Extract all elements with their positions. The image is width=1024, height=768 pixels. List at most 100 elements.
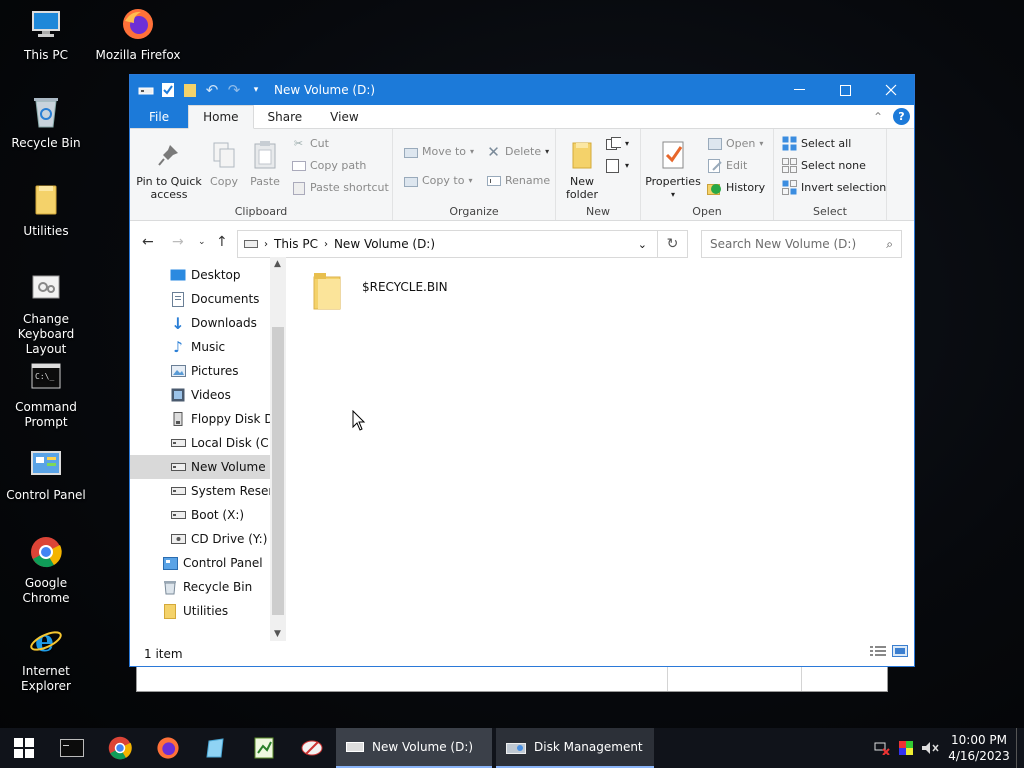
refresh-button[interactable]: ↻ <box>657 230 688 258</box>
start-button[interactable] <box>0 728 48 768</box>
redo-icon[interactable]: ↷ <box>226 81 242 99</box>
tree-item-downloads[interactable]: ↓ Downloads <box>130 311 270 335</box>
show-desktop-button[interactable] <box>1016 728 1024 768</box>
taskbar-command-prompt[interactable] <box>48 728 96 768</box>
history-button[interactable]: History <box>707 180 765 195</box>
network-error-icon[interactable] <box>870 741 894 755</box>
tree-item-floppy[interactable]: Floppy Disk Drive (A:) <box>130 407 270 431</box>
taskbar-app-green[interactable] <box>240 728 288 768</box>
new-folder-button[interactable]: New folder <box>560 139 604 201</box>
copy-path-icon <box>291 158 306 173</box>
up-button[interactable]: ↑ <box>216 234 228 250</box>
tree-item-desktop[interactable]: Desktop <box>130 263 270 287</box>
desktop-icon-command-prompt[interactable]: C:\_ Command Prompt <box>0 358 92 430</box>
color-settings-icon[interactable] <box>894 741 918 755</box>
paste-shortcut-button[interactable]: Paste shortcut <box>291 180 389 195</box>
move-to-button[interactable]: Move to ▾ <box>403 144 474 159</box>
collapse-ribbon-icon[interactable]: ⌃ <box>873 110 883 124</box>
tree-item-documents[interactable]: Documents <box>130 287 270 311</box>
taskbar-task-disk-management[interactable]: Disk Management <box>496 728 654 768</box>
cd-drive-icon <box>170 531 186 547</box>
file-list[interactable]: $RECYCLE.BIN <box>286 257 914 641</box>
open-button[interactable]: Open ▾ <box>707 136 763 151</box>
copy-button[interactable]: Copy <box>206 139 242 188</box>
taskbar-app-blue[interactable] <box>192 728 240 768</box>
search-input[interactable]: Search New Volume (D:) ⌕ <box>701 230 902 258</box>
breadcrumb-current[interactable]: New Volume (D:) <box>334 237 435 251</box>
file-item[interactable]: $RECYCLE.BIN <box>312 271 448 314</box>
tab-share[interactable]: Share <box>254 105 317 128</box>
delete-button[interactable]: ✕ Delete ▾ <box>486 143 549 161</box>
tree-item-cd-drive[interactable]: CD Drive (Y:) H <box>130 527 270 551</box>
tree-item-control-panel[interactable]: Control Panel <box>130 551 270 575</box>
tree-item-utilities[interactable]: Utilities <box>130 599 270 623</box>
tree-item-music[interactable]: ♪ Music <box>130 335 270 359</box>
desktop-icon-chrome[interactable]: Google Chrome <box>0 534 92 606</box>
new-item-button[interactable]: ▾ <box>606 136 629 151</box>
copy-path-button[interactable]: Copy path <box>291 158 366 173</box>
desktop-icon-internet-explorer[interactable]: e Internet Explorer <box>0 622 92 694</box>
desktop-icon-keyboard-layout[interactable]: Change Keyboard Layout <box>0 270 92 357</box>
edit-button[interactable]: Edit <box>707 158 747 173</box>
desktop-icon-firefox[interactable]: Mozilla Firefox <box>92 6 184 63</box>
new-folder-qat-icon[interactable] <box>182 82 198 98</box>
taskbar-chrome[interactable] <box>96 728 144 768</box>
forward-button[interactable]: → <box>172 234 184 250</box>
scroll-up-icon[interactable]: ▲ <box>274 259 281 269</box>
cut-button[interactable]: ✂ Cut <box>291 136 329 151</box>
copy-to-button[interactable]: Copy to ▾ <box>403 173 472 188</box>
scroll-down-icon[interactable]: ▼ <box>274 629 281 639</box>
windows-logo-icon <box>14 738 34 758</box>
paste-button[interactable]: Paste <box>247 139 283 188</box>
customize-qat-icon[interactable]: ▾ <box>248 82 264 98</box>
chevron-down-icon: ▾ <box>468 176 473 185</box>
background-window-disk-management[interactable] <box>136 664 888 692</box>
hard-drive-icon <box>170 483 186 499</box>
quick-access-toolbar: ↶ ↷ ▾ <box>138 81 264 99</box>
help-icon[interactable]: ? <box>893 108 910 125</box>
tree-item-videos[interactable]: Videos <box>130 383 270 407</box>
volume-muted-icon[interactable] <box>918 741 942 755</box>
minimize-button[interactable] <box>776 75 822 105</box>
undo-icon[interactable]: ↶ <box>204 81 220 99</box>
tree-item-pictures[interactable]: Pictures <box>130 359 270 383</box>
taskbar-task-explorer[interactable]: New Volume (D:) <box>336 728 492 768</box>
large-icons-view-icon[interactable] <box>892 645 908 660</box>
tab-home[interactable]: Home <box>188 105 254 129</box>
address-dropdown-icon[interactable]: ⌄ <box>638 238 647 251</box>
navigation-pane-scrollbar[interactable]: ▲ ▼ <box>270 257 286 641</box>
pin-quick-access-button[interactable]: Pin to Quick access <box>136 139 202 201</box>
desktop-icon-this-pc[interactable]: This PC <box>0 6 92 63</box>
close-button[interactable] <box>868 75 914 105</box>
desktop-icon-utilities[interactable]: Utilities <box>0 182 92 239</box>
tab-view[interactable]: View <box>316 105 372 128</box>
tree-item-system-reserved[interactable]: System Reserved <box>130 479 270 503</box>
recent-locations-button[interactable]: ⌄ <box>198 237 206 247</box>
taskbar-app-tool[interactable] <box>288 728 336 768</box>
desktop-icon-recycle-bin[interactable]: Recycle Bin <box>0 94 92 151</box>
invert-selection-button[interactable]: Invert selection <box>782 180 886 195</box>
tree-item-boot-x[interactable]: Boot (X:) <box>130 503 270 527</box>
group-label-select: Select <box>813 205 847 218</box>
tab-file[interactable]: File <box>130 105 189 128</box>
tree-item-local-disk-c[interactable]: Local Disk (C:) <box>130 431 270 455</box>
title-bar[interactable]: ↶ ↷ ▾ New Volume (D:) <box>130 75 914 105</box>
breadcrumb-this-pc[interactable]: This PC <box>274 237 318 251</box>
taskbar-firefox[interactable] <box>144 728 192 768</box>
clock[interactable]: 10:00 PM 4/16/2023 <box>942 732 1016 764</box>
details-view-icon[interactable] <box>870 645 886 660</box>
desktop-icon-control-panel[interactable]: Control Panel <box>0 446 92 503</box>
tree-item-new-volume-d[interactable]: New Volume (D:) <box>130 455 270 479</box>
rename-button[interactable]: Rename <box>486 173 550 188</box>
select-none-button[interactable]: Select none <box>782 158 866 173</box>
address-bar[interactable]: › This PC › New Volume (D:) ⌄ <box>237 230 688 258</box>
tree-item-recycle-bin[interactable]: Recycle Bin <box>130 575 270 599</box>
scrollbar-thumb[interactable] <box>272 327 284 615</box>
properties-qat-icon[interactable] <box>160 82 176 98</box>
maximize-button[interactable] <box>822 75 868 105</box>
back-button[interactable]: ← <box>142 234 154 250</box>
easy-access-button[interactable]: ▾ <box>606 158 629 173</box>
select-all-button[interactable]: Select all <box>782 136 851 151</box>
control-panel-icon <box>28 446 64 482</box>
properties-button[interactable]: Properties ▾ <box>645 139 701 201</box>
